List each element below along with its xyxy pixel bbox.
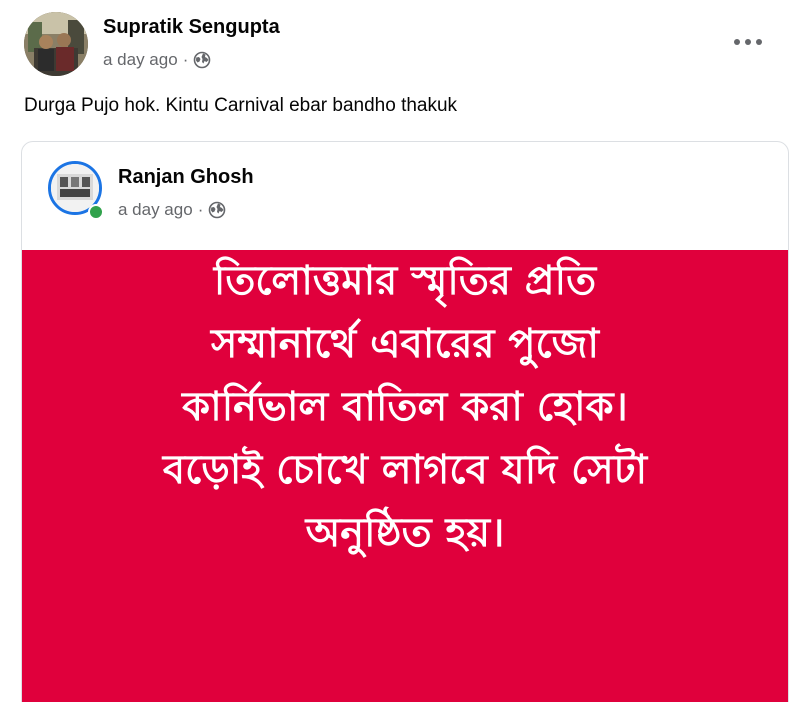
image-text-line: তিলোত্তমার স্মৃতির প্রতি — [213, 258, 597, 304]
more-options-button[interactable] — [728, 28, 768, 56]
online-status-indicator — [88, 204, 104, 220]
shared-post-meta: a day ago · — [118, 200, 226, 220]
author-avatar[interactable] — [24, 12, 88, 76]
shared-post-card[interactable]: Ranjan Ghosh a day ago · তিলোত্তমার স্মৃ… — [21, 141, 789, 702]
globe-icon[interactable] — [208, 201, 226, 219]
post-header: Supratik Sengupta a day ago · — [24, 12, 776, 76]
meta-separator: · — [197, 200, 204, 219]
image-text-line: সম্মানার্থে এবারের পুজো — [210, 321, 599, 367]
image-text-line: বড়োই চোখে লাগবে যদি সেটা — [162, 447, 648, 493]
image-text-line: অনুষ্ঠিত হয়। — [305, 510, 505, 556]
shared-post-timestamp[interactable]: a day ago — [118, 200, 193, 220]
shared-post-header: Ranjan Ghosh a day ago · — [22, 142, 788, 250]
shared-image-text: তিলোত্তমার স্মৃতির প্রতি সম্মানার্থে এবা… — [22, 250, 788, 565]
author-name[interactable]: Supratik Sengupta — [103, 16, 280, 39]
avatar-photo — [24, 12, 88, 76]
more-options-icon — [734, 39, 762, 45]
post-text: Durga Pujo hok. Kintu Carnival ebar band… — [24, 95, 458, 116]
post-meta: a day ago · — [103, 50, 211, 70]
meta-separator: · — [182, 50, 189, 69]
globe-icon[interactable] — [193, 51, 211, 69]
shared-author-name[interactable]: Ranjan Ghosh — [118, 166, 254, 189]
image-text-line: কার্নিভাল বাতিল করা হোক। — [182, 384, 628, 430]
post-timestamp[interactable]: a day ago — [103, 50, 178, 70]
feed-post: Supratik Sengupta a day ago · Durga Pujo… — [0, 0, 800, 702]
